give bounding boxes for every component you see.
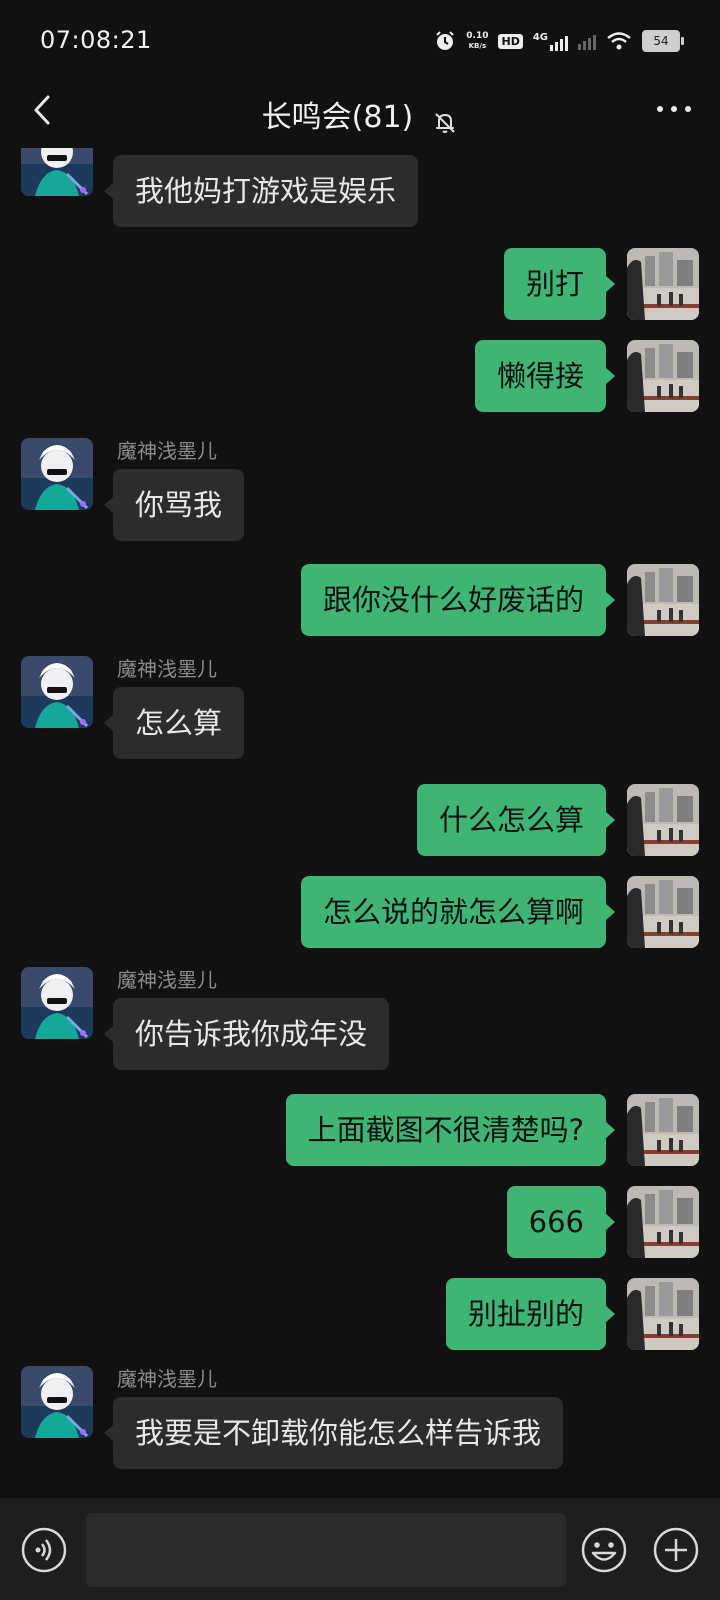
signal-icon: 4G <box>533 32 568 51</box>
hd-icon: HD <box>498 33 523 49</box>
sender-name: 魔神浅墨儿 <box>117 968 217 992</box>
message-bubble[interactable]: 我要是不卸载你能怎么样告诉我 <box>103 1397 564 1469</box>
my-avatar[interactable] <box>627 564 699 636</box>
message-bubble[interactable]: 别打 <box>503 248 616 320</box>
plus-icon[interactable] <box>652 1526 700 1574</box>
outgoing-message: 懒得接 <box>0 340 720 412</box>
nav-bar: 长鸣会(81) <box>0 82 720 148</box>
message-bubble[interactable]: 上面截图不很清楚吗? <box>285 1094 616 1166</box>
incoming-message: 魔神浅墨儿你骂我 <box>0 438 720 560</box>
incoming-message: 魔神浅墨儿你告诉我你成年没 <box>0 967 720 1089</box>
net-speed-unit: KB/s <box>468 42 487 50</box>
message-bubble[interactable]: 跟你没什么好废话的 <box>300 564 616 636</box>
message-bubble[interactable]: 怎么算 <box>103 687 245 759</box>
alarm-icon <box>436 31 454 50</box>
network-type: 4G <box>532 31 548 43</box>
input-bar <box>0 1498 720 1600</box>
sender-avatar[interactable] <box>21 656 93 728</box>
mute-bell-icon <box>435 112 456 133</box>
wifi-icon <box>607 32 631 50</box>
incoming-message: 魔神浅墨儿怎么算 <box>0 656 720 778</box>
status-bar: 07:08:21 0.10 KB/s HD 4G 54 <box>0 0 720 82</box>
my-avatar[interactable] <box>627 784 699 856</box>
incoming-message: 魔神浅墨儿我他妈打游戏是娱乐 <box>0 148 720 246</box>
message-bubble[interactable]: 你骂我 <box>103 469 245 541</box>
emoji-icon[interactable] <box>580 1526 628 1574</box>
incoming-message: 魔神浅墨儿我要是不卸载你能怎么样告诉我 <box>0 1366 720 1488</box>
my-avatar[interactable] <box>627 248 699 320</box>
outgoing-message: 什么怎么算 <box>0 784 720 856</box>
sender-name: 魔神浅墨儿 <box>117 657 217 681</box>
message-bubble[interactable]: 你告诉我你成年没 <box>103 998 390 1070</box>
signal-2-icon <box>578 32 596 50</box>
sender-avatar[interactable] <box>21 1366 93 1438</box>
sender-name: 魔神浅墨儿 <box>117 1367 217 1391</box>
my-avatar[interactable] <box>627 340 699 412</box>
sender-avatar[interactable] <box>21 148 93 196</box>
message-bubble[interactable]: 怎么说的就怎么算啊 <box>300 876 616 948</box>
sender-name: 魔神浅墨儿 <box>117 148 217 150</box>
nav-title-wrap: 长鸣会(81) <box>0 92 720 136</box>
outgoing-message: 上面截图不很清楚吗? <box>0 1094 720 1166</box>
status-icons: 0.10 KB/s HD 4G 54 <box>434 24 684 58</box>
outgoing-message: 666 <box>0 1186 720 1258</box>
message-bubble[interactable]: 我他妈打游戏是娱乐 <box>103 155 419 227</box>
chat-title: 长鸣会(81) <box>261 100 414 135</box>
battery-icon: 54 <box>642 30 684 52</box>
chat-list[interactable]: 魔神浅墨儿我他妈打游戏是娱乐 别打 懒得接 <box>0 148 720 1498</box>
outgoing-message: 怎么说的就怎么算啊 <box>0 876 720 948</box>
message-bubble[interactable]: 别扯别的 <box>445 1278 616 1350</box>
sender-name: 魔神浅墨儿 <box>117 439 217 463</box>
net-speed-value: 0.10 <box>466 31 489 41</box>
message-bubble[interactable]: 什么怎么算 <box>416 784 616 856</box>
more-dots-icon[interactable] <box>654 92 694 126</box>
net-speed: 0.10 KB/s <box>466 31 488 51</box>
message-bubble[interactable]: 懒得接 <box>474 340 616 412</box>
my-avatar[interactable] <box>627 1278 699 1350</box>
sender-avatar[interactable] <box>21 438 93 510</box>
my-avatar[interactable] <box>627 1094 699 1166</box>
outgoing-message: 别打 <box>0 248 720 320</box>
my-avatar[interactable] <box>627 1186 699 1258</box>
message-input[interactable] <box>86 1513 566 1587</box>
voice-icon[interactable] <box>20 1526 68 1574</box>
outgoing-message: 跟你没什么好废话的 <box>0 564 720 636</box>
message-bubble[interactable]: 666 <box>506 1186 616 1258</box>
sender-avatar[interactable] <box>21 967 93 1039</box>
outgoing-message: 别扯别的 <box>0 1278 720 1350</box>
status-time: 07:08:21 <box>40 26 152 54</box>
my-avatar[interactable] <box>627 876 699 948</box>
